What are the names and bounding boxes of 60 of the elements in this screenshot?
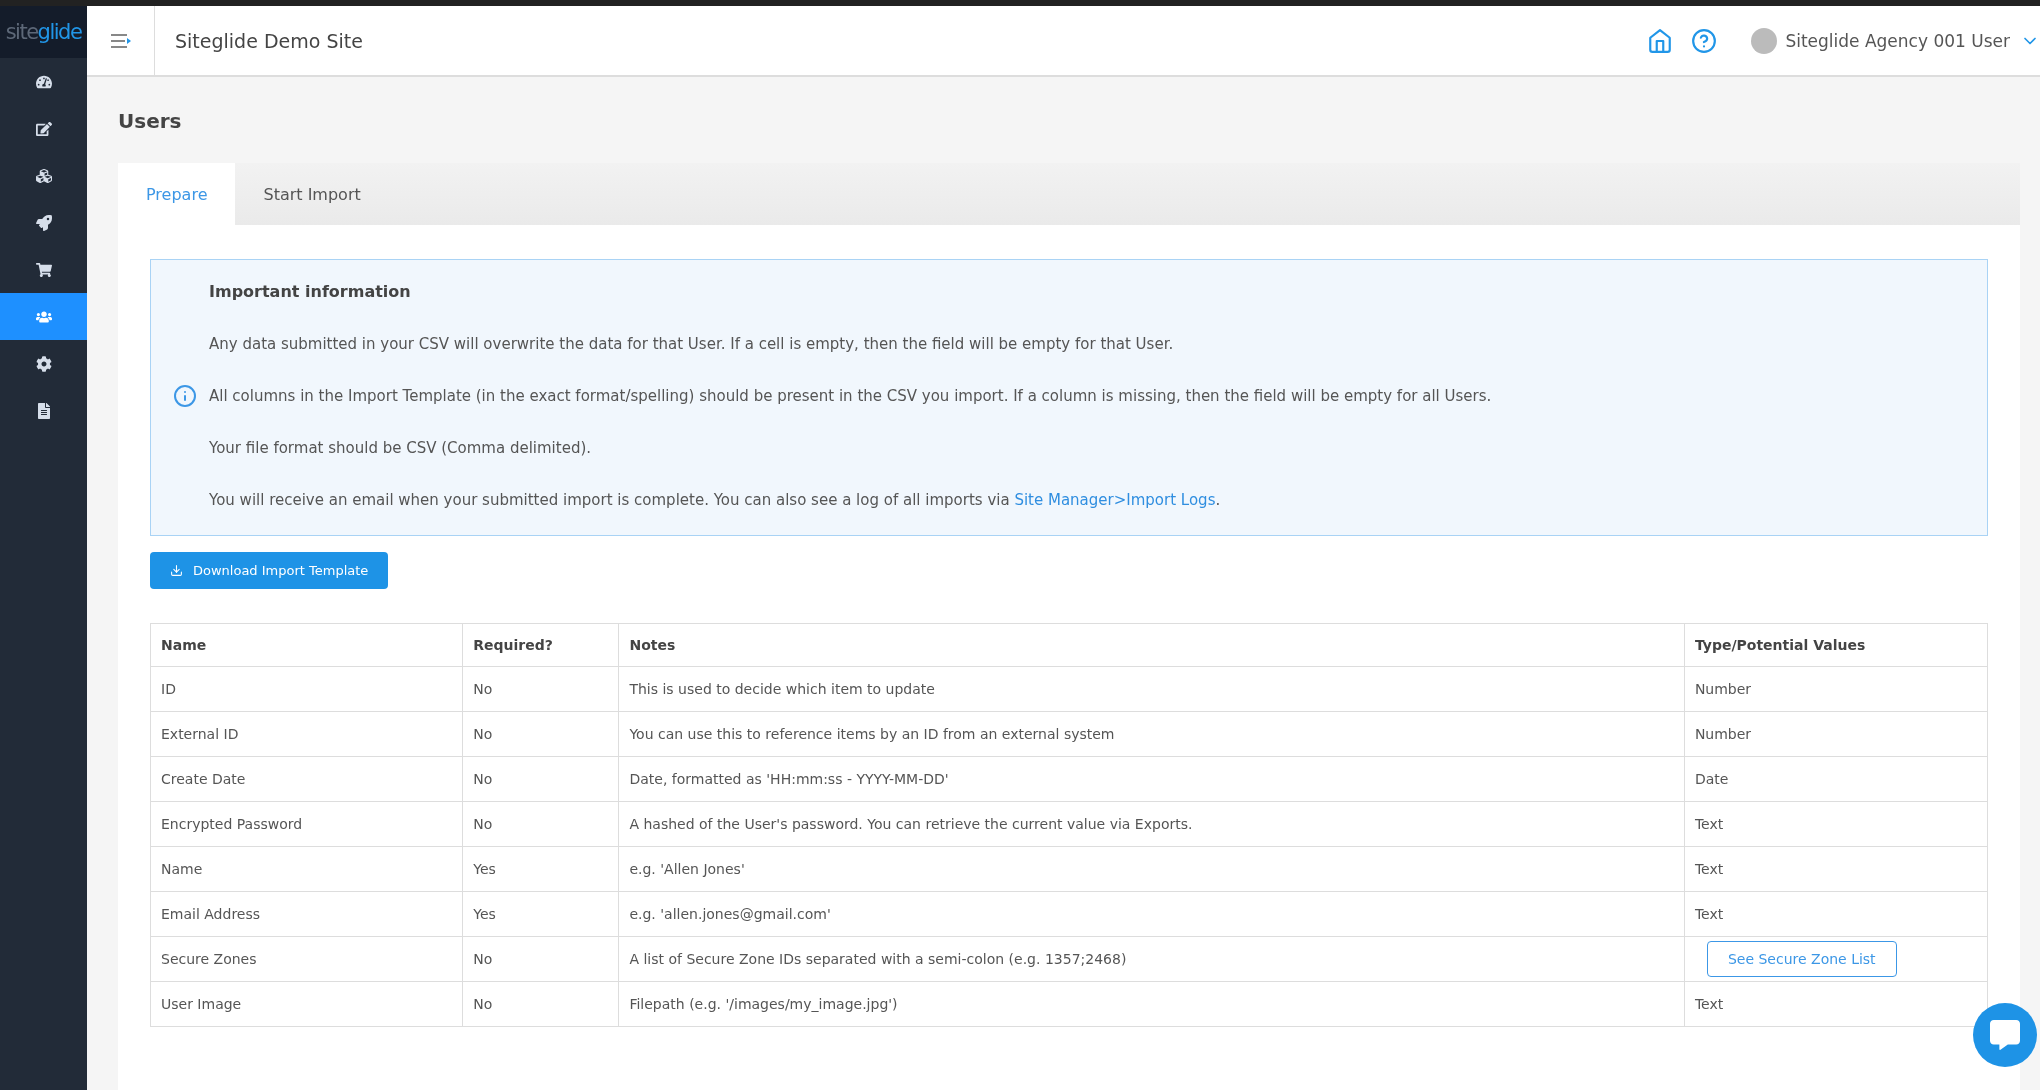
table-cell: No [462,801,619,847]
home-icon[interactable] [1647,27,1674,54]
table-cell: No [462,711,619,757]
download-template-button[interactable]: Download Import Template [150,552,389,589]
settings-icon [35,355,52,372]
siteglide-logo: siteglide [0,6,87,58]
edit-icon [35,120,52,137]
rocket-icon [35,214,52,231]
tab[interactable]: Start Import [235,163,389,225]
column-header: Type/Potential Values [1684,623,1988,667]
table-cell: Number [1684,666,1988,712]
table-cell: A hashed of the User's password. You can retrieve the current value via Exports. [618,801,1685,847]
import-logs-link[interactable]: Site Manager>Import Logs [1014,491,1216,509]
site-title: Siteglide Demo Site [175,29,364,52]
table-cell: Create Date [150,756,463,802]
table-cell: Number [1684,711,1988,757]
table-cell: Yes [462,846,619,892]
table-cell: Email Address [150,891,463,937]
table-cell: You can use this to reference items by an ID from an external system [618,711,1685,757]
info-paragraph: All columns in the Import Template (in the exact format/spelling) should be present in the CSV you import. If a column is missing, then the field will be empty for all Users. [209,387,1492,405]
table-cell: No [462,981,619,1027]
info-paragraph: Any data submitted in your CSV will overwrite the data for that User. If a cell is empty, then the field will be empty for that User. [209,335,1175,353]
info-paragraph: Your file format should be CSV (Comma delimited). [209,439,593,457]
help-icon[interactable] [1691,27,1718,54]
table-cell: Text [1684,846,1988,892]
table-cell: Filepath (e.g. '/images/my_image.jpg') [618,981,1685,1027]
download-icon [170,564,183,577]
secure-zone-list-button[interactable]: See Secure Zone List [1706,941,1897,977]
table-cell: Yes [462,891,619,937]
gauge-icon [35,73,52,90]
info-icon [173,383,197,408]
table-cell: Name [150,846,463,892]
tab[interactable]: Prepare [118,163,236,225]
table-cell: External ID [150,711,463,757]
table-cell: e.g. 'Allen Jones' [618,846,1685,892]
page-title: Users [118,109,183,133]
table-cell: Date [1684,756,1988,802]
table-cell: No [462,936,619,982]
table-cell: No [462,666,619,712]
chat-icon [1990,1020,2020,1050]
table-cell: User Image [150,981,463,1027]
table-cell: Encrypted Password [150,801,463,847]
table-cell: Date, formatted as 'HH:mm:ss - YYYY-MM-DD' [618,756,1685,802]
table-cell: Text [1684,891,1988,937]
info-paragraph: You will receive an email when your submitted import is complete. You can also see a log of all imports via Site Manager>Import Logs. [209,491,1222,509]
document-icon [35,402,52,419]
table-cell: Text [1684,801,1988,847]
info-title: Important information [209,282,412,301]
column-header: Notes [618,623,1685,667]
table-cell: Secure Zones [150,936,463,982]
column-header: Name [150,623,463,667]
cubes-icon [35,167,52,184]
column-header: Required? [462,623,619,667]
cart-icon [35,261,52,278]
table-cell: ID [150,666,463,712]
table-cell: No [462,756,619,802]
user-name[interactable]: Siteglide Agency 001 User [1785,30,2010,51]
table-cell: A list of Secure Zone IDs separated with a semi-colon (e.g. 1357;2468) [618,936,1685,982]
table-cell: This is used to decide which item to update [618,666,1685,712]
table-cell: e.g. 'allen.jones@gmail.com' [618,891,1685,937]
